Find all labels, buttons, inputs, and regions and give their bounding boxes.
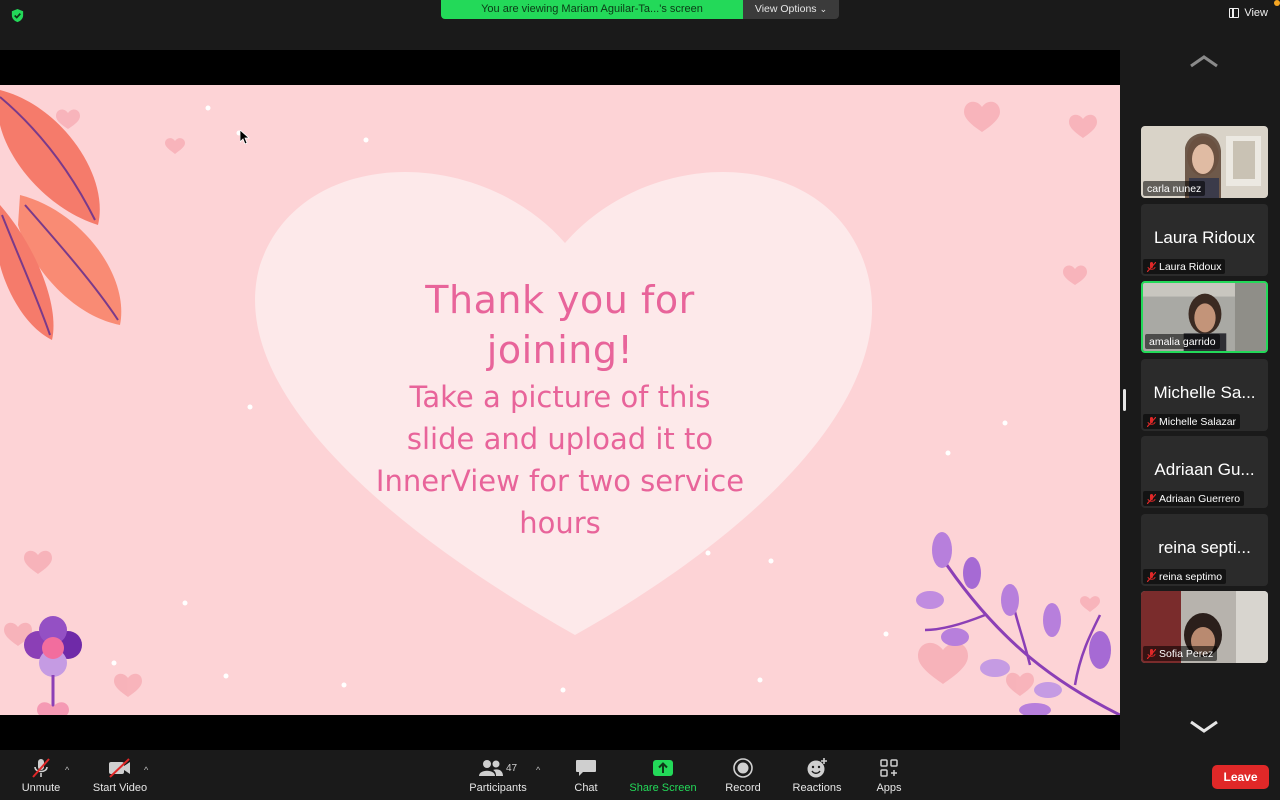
participant-tile[interactable]: Adriaan Gu... Adriaan Guerrero: [1141, 436, 1268, 508]
participant-name: Adriaan Guerrero: [1159, 492, 1241, 505]
chevron-down-icon: ⌄: [819, 4, 828, 14]
start-video-button[interactable]: Start Video: [90, 757, 150, 797]
reactions-button[interactable]: Reactions: [790, 757, 844, 797]
participant-name-label: amalia garrido: [1145, 334, 1220, 349]
view-label: View: [1244, 7, 1268, 19]
viewing-screen-banner: You are viewing Mariam Aguilar-Ta...'s s…: [441, 0, 839, 19]
record-icon: [733, 758, 753, 778]
leave-button[interactable]: Leave: [1212, 765, 1269, 789]
meeting-toolbar: Unmute ^ Start Video ^ 47 Participants ^…: [0, 750, 1280, 800]
record-label: Record: [725, 782, 761, 794]
share-screen-label: Share Screen: [629, 782, 697, 794]
reactions-smiley-icon: [807, 758, 827, 778]
share-screen-icon: [653, 760, 673, 776]
participant-tile[interactable]: Laura Ridoux Laura Ridoux: [1141, 204, 1268, 276]
view-options-button[interactable]: View Options ⌄: [743, 0, 839, 19]
reactions-label: Reactions: [792, 782, 842, 794]
participant-name: Laura Ridoux: [1159, 260, 1222, 273]
participant-display-name: reina septi...: [1158, 538, 1251, 557]
participant-name: reina septimo: [1159, 570, 1223, 583]
participant-name-label: Sofia Perez: [1143, 646, 1218, 661]
video-off-icon: [109, 758, 130, 778]
shared-screen-area: Thank you for joining! Take a picture of…: [0, 50, 1120, 750]
participant-display-name: Laura Ridoux: [1153, 228, 1256, 247]
slide-body-line-4: hours: [519, 506, 601, 540]
chat-icon: [576, 760, 596, 776]
gallery-resize-handle[interactable]: [1123, 389, 1126, 411]
security-shield-icon[interactable]: [10, 8, 25, 23]
muted-mic-icon: [1147, 416, 1156, 427]
participant-name: Michelle Salazar: [1159, 415, 1237, 428]
unmute-button[interactable]: Unmute: [20, 757, 62, 797]
viewing-screen-text: You are viewing Mariam Aguilar-Ta...'s s…: [441, 0, 743, 19]
audio-options-caret[interactable]: ^: [65, 765, 69, 775]
participants-label: Participants: [469, 782, 527, 794]
apps-icon: [880, 759, 898, 777]
participant-tile[interactable]: reina septi... reina septimo: [1141, 514, 1268, 586]
record-button[interactable]: Record: [722, 757, 764, 797]
presentation-slide: Thank you for joining! Take a picture of…: [0, 85, 1120, 715]
participant-name-label: Laura Ridoux: [1143, 259, 1226, 274]
slide-text-block: Thank you for joining! Take a picture of…: [310, 275, 810, 543]
participant-tile[interactable]: Sofia Perez: [1141, 591, 1268, 663]
view-options-label: View Options: [754, 3, 817, 15]
chat-button[interactable]: Chat: [570, 757, 602, 797]
slide-title-line-1: Thank you for: [425, 278, 695, 322]
participants-icon: [478, 760, 503, 776]
muted-mic-icon: [1147, 648, 1156, 659]
participants-count: 47: [505, 762, 518, 774]
muted-mic-icon: [1147, 571, 1156, 582]
chat-label: Chat: [574, 782, 598, 794]
slide-body-line-3: InnerView for two service: [375, 464, 745, 498]
participant-name: amalia garrido: [1149, 335, 1216, 348]
participant-name-label: Adriaan Guerrero: [1143, 491, 1245, 506]
participants-button[interactable]: 47 Participants: [467, 757, 529, 797]
view-button[interactable]: View: [1229, 7, 1268, 19]
participant-gallery: carla nunez Laura Ridoux Laura Ridoux am…: [1120, 50, 1280, 750]
top-bar: You are viewing Mariam Aguilar-Ta...'s s…: [0, 0, 1280, 50]
participant-tile-active-speaker[interactable]: amalia garrido: [1141, 281, 1268, 353]
participant-name-label: reina septimo: [1143, 569, 1227, 584]
apps-label: Apps: [876, 782, 902, 794]
share-screen-button[interactable]: Share Screen: [627, 757, 699, 797]
mouse-pointer-icon: [240, 130, 250, 144]
zoom-meeting-window: You are viewing Mariam Aguilar-Ta...'s s…: [0, 0, 1280, 800]
participant-name: Sofia Perez: [1159, 647, 1214, 660]
start-video-label: Start Video: [92, 782, 148, 794]
participant-display-name: Michelle Sa...: [1153, 383, 1256, 402]
unmute-label: Unmute: [21, 782, 61, 794]
slide-body-line-2: slide and upload it to: [406, 422, 714, 456]
slide-title-line-2: joining!: [486, 328, 634, 372]
view-layout-icon: [1229, 8, 1240, 18]
slide-body-line-1: Take a picture of this: [409, 380, 711, 414]
participants-options-caret[interactable]: ^: [536, 765, 540, 775]
notification-dot: [1274, 0, 1280, 6]
participant-tile[interactable]: carla nunez: [1141, 126, 1268, 198]
apps-button[interactable]: Apps: [873, 757, 905, 797]
participant-name-label: carla nunez: [1143, 181, 1206, 196]
participant-name-label: Michelle Salazar: [1143, 414, 1241, 429]
participant-name: carla nunez: [1147, 182, 1202, 195]
participant-tile[interactable]: Michelle Sa... Michelle Salazar: [1141, 359, 1268, 431]
muted-mic-icon: [1147, 261, 1156, 272]
chevron-up-icon[interactable]: [1189, 54, 1219, 68]
chevron-down-icon[interactable]: [1189, 720, 1219, 734]
muted-mic-icon: [1147, 493, 1156, 504]
participant-display-name: Adriaan Gu...: [1154, 460, 1255, 479]
video-options-caret[interactable]: ^: [144, 765, 148, 775]
muted-microphone-icon: [32, 758, 50, 778]
